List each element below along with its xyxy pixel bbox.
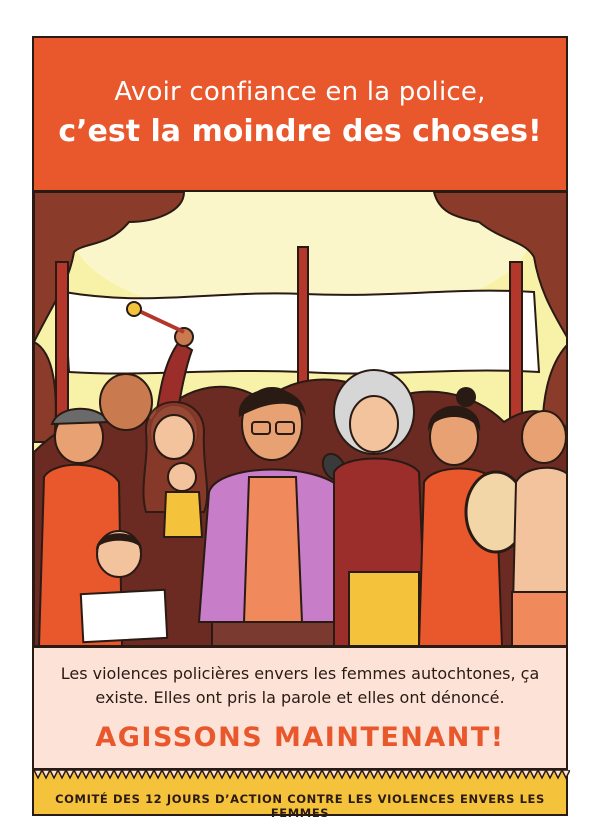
sign-paper <box>79 588 169 644</box>
body-text: Les violences policières envers les femm… <box>60 664 540 707</box>
right-woman-skirt <box>511 591 566 646</box>
speaker-pants <box>211 621 341 646</box>
grey-woman-pants <box>348 571 420 646</box>
poster: Avoir confiance en la police, c’est la m… <box>0 0 600 840</box>
baby-head <box>167 462 197 492</box>
call-to-action: AGISSONS MAINTENANT! <box>95 722 505 753</box>
grey-woman-face <box>349 395 399 453</box>
zigzag-border <box>34 770 570 780</box>
title-line-1: Avoir confiance en la police, <box>114 77 486 107</box>
protest-illustration <box>32 192 568 646</box>
man-head <box>99 373 153 431</box>
info-box: Les violences policières envers les femm… <box>32 646 568 770</box>
title-banner: Avoir confiance en la police, c’est la m… <box>32 36 568 192</box>
drumstick-tip <box>126 301 142 317</box>
speaker-shirt <box>242 476 304 623</box>
title-line-2: c’est la moindre des choses! <box>58 114 542 149</box>
baby-body <box>162 491 204 538</box>
footer-band: COMITÉ DES 12 JOURS D’ACTION CONTRE LES … <box>32 770 570 820</box>
right-woman-head <box>521 410 566 464</box>
footer-text: COMITÉ DES 12 JOURS D’ACTION CONTRE LES … <box>55 792 545 820</box>
drum-woman-bun <box>456 387 476 407</box>
woman-baby-face <box>153 414 195 460</box>
